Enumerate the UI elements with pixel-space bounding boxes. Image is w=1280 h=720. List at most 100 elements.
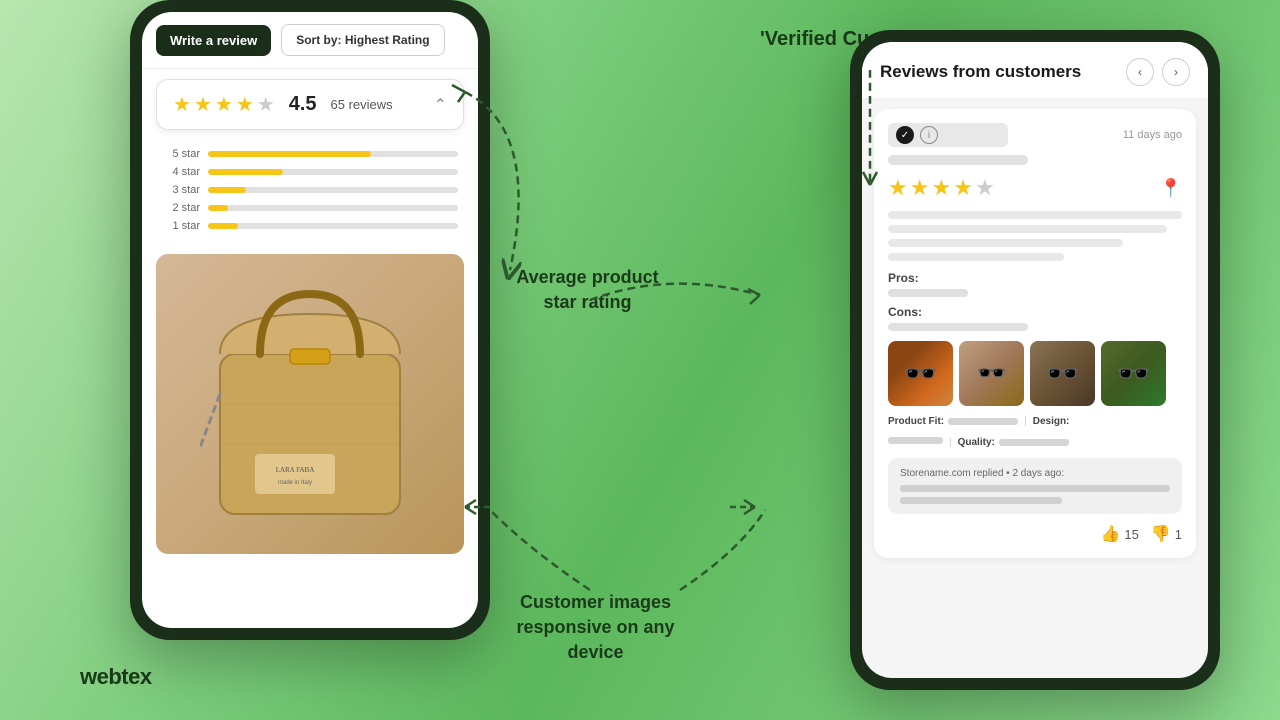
star-3: ★ [215,92,233,117]
sort-button[interactable]: Sort by: Highest Rating [281,24,444,56]
attributes-row: Product Fit: | Design: [888,416,1182,427]
helpful-thumbs-down[interactable]: 👎 1 [1151,524,1182,544]
attr-separator-2: | [949,437,952,448]
customer-image-2[interactable]: 🕶️ [959,341,1024,406]
customer-image-3[interactable]: 🕶️ [1030,341,1095,406]
breakdown-label-5: 5 star [162,148,200,160]
info-icon[interactable]: i [920,126,938,144]
customer-image-1[interactable]: 🕶️ [888,341,953,406]
cons-bar [888,323,1028,331]
star-4: ★ [236,92,254,117]
cons-label: Cons: [888,305,1182,319]
write-review-button[interactable]: Write a review [156,25,271,56]
sort-label: Sort by: [296,33,341,47]
breakdown-bar-fill-3 [208,187,246,193]
pros-cons-section: Pros: Cons: [888,271,1182,331]
reviews-header: Reviews from customers ‹ › [862,42,1208,99]
review-star-2: ★ [910,175,930,201]
reviewer-name-placeholder [888,155,1028,165]
review-text-bar-1 [888,211,1182,219]
review-card: ✓ i 11 days ago ★ ★ ★ ★ ★ 📍 [874,109,1196,558]
stars-row: ★ ★ ★ ★ ★ [173,92,275,117]
rating-summary: ★ ★ ★ ★ ★ 4.5 65 reviews ⌃ [156,79,464,130]
star-breakdown: 5 star 4 star 3 star 2 star [142,140,478,246]
reviews-title: Reviews from customers [880,62,1081,82]
breakdown-row-2: 2 star [162,202,458,214]
thumbs-up-icon: 👍 [1100,524,1120,544]
breakdown-row-1: 1 star [162,220,458,232]
review-text-bar-3 [888,239,1123,247]
breakdown-label-3: 3 star [162,184,200,196]
expand-arrow-icon[interactable]: ⌃ [434,95,447,115]
store-reply-header: Storename.com replied • 2 days ago: [900,468,1170,479]
reviews-count: 65 reviews [331,97,393,112]
right-phone-mockup: Reviews from customers ‹ › ✓ i 11 days a… [850,30,1220,690]
store-reply-bar-1 [900,485,1170,492]
helpful-count: 15 [1124,527,1138,542]
unhelpful-count: 1 [1175,527,1182,542]
verified-badge-row: ✓ i 11 days ago [888,123,1182,147]
design-bar [888,437,943,444]
review-text-bar-2 [888,225,1167,233]
breakdown-row-4: 4 star [162,166,458,178]
review-star-5-empty: ★ [975,175,995,201]
breakdown-bar-fill-5 [208,151,371,157]
review-star-1: ★ [888,175,908,201]
helpful-thumbs-up[interactable]: 👍 15 [1100,524,1138,544]
design-label: Design: [1033,416,1070,427]
svg-text:made in Italy: made in Italy [278,480,312,486]
breakdown-label-1: 1 star [162,220,200,232]
store-reply-bar-2 [900,497,1062,504]
product-fit-bar [948,418,1018,425]
location-pin-icon: 📍 [1160,178,1182,199]
verified-check-icon: ✓ [896,126,914,144]
customer-image-4[interactable]: 🕶️ [1101,341,1166,406]
star-2: ★ [194,92,212,117]
pros-bar [888,289,968,297]
breakdown-label-2: 2 star [162,202,200,214]
breakdown-row-3: 3 star [162,184,458,196]
review-stars: ★ ★ ★ ★ ★ [888,175,995,201]
pros-label: Pros: [888,271,1182,285]
review-star-3: ★ [931,175,951,201]
breakdown-row-5: 5 star [162,148,458,160]
breakdown-bar-bg-5 [208,151,458,157]
review-date: 11 days ago [1123,129,1182,141]
customer-images: 🕶️ 🕶️ 🕶️ 🕶️ [888,341,1182,406]
breakdown-bar-fill-2 [208,205,228,211]
rating-score: 4.5 [289,93,317,116]
verified-badge: ✓ i [888,123,1008,147]
breakdown-bar-fill-4 [208,169,283,175]
left-phone-mockup: Write a review Sort by: Highest Rating ★… [130,0,490,640]
breakdown-bar-fill-1 [208,223,238,229]
product-image-area: LARA FABA made in Italy [156,254,464,554]
left-phone-header: Write a review Sort by: Highest Rating [142,12,478,69]
breakdown-bar-bg-2 [208,205,458,211]
sort-value: Highest Rating [345,33,430,47]
breakdown-bar-bg-4 [208,169,458,175]
attr-separator-1: | [1024,416,1027,427]
quality-label: Quality: [958,437,995,448]
helpful-row: 👍 15 👎 1 [888,524,1182,544]
next-arrow-button[interactable]: › [1162,58,1190,86]
product-fit-label: Product Fit: [888,416,944,427]
review-star-4: ★ [953,175,973,201]
quality-attr: Quality: [958,437,1069,448]
quality-bar [999,439,1069,446]
breakdown-bar-bg-3 [208,187,458,193]
handbag-illustration: LARA FABA made in Italy [200,274,420,534]
annotation-images: Customer images responsive on any device [488,590,703,666]
annotation-rating: Average product star rating [505,265,670,315]
svg-text:LARA FABA: LARA FABA [276,466,315,474]
prev-arrow-button[interactable]: ‹ [1126,58,1154,86]
nav-arrows: ‹ › [1126,58,1190,86]
breakdown-label-4: 4 star [162,166,200,178]
breakdown-bar-bg-1 [208,223,458,229]
attributes-row-2: | Quality: [888,437,1182,448]
review-text-bar-4 [888,253,1064,261]
webtex-logo: webtex [80,664,152,690]
store-reply: Storename.com replied • 2 days ago: [888,458,1182,514]
review-stars-row: ★ ★ ★ ★ ★ 📍 [888,175,1182,201]
star-5-empty: ★ [257,92,275,117]
thumbs-down-icon: 👎 [1151,524,1171,544]
